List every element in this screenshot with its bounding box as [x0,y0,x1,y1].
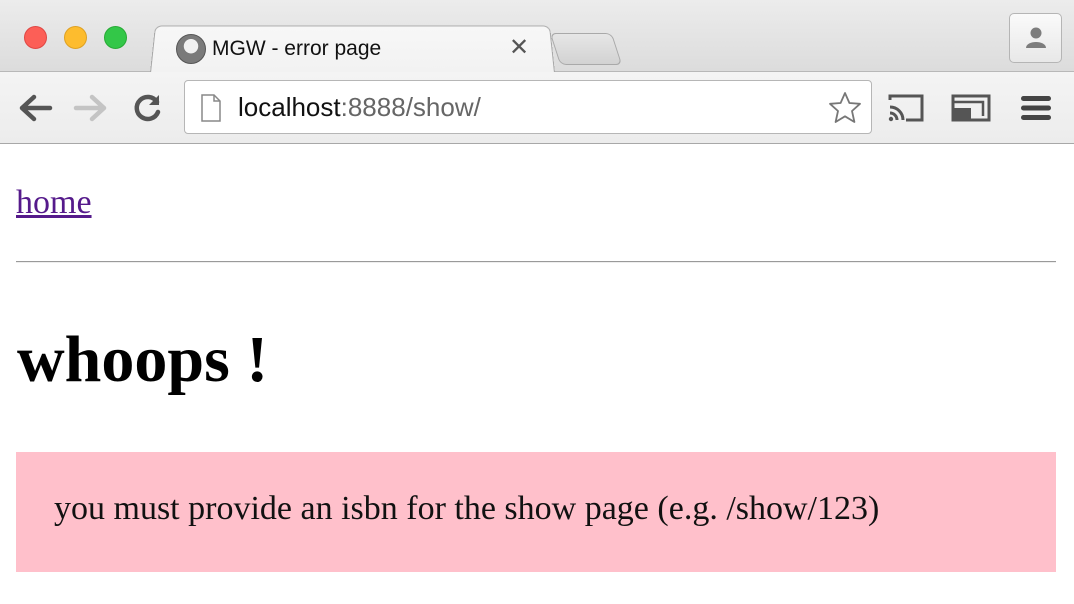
reload-icon [134,94,161,122]
back-button[interactable] [16,90,56,126]
profile-button[interactable] [1009,13,1062,63]
reload-button[interactable] [128,90,168,126]
tab-label-group[interactable]: MGW - error page [176,30,381,68]
hamburger-menu-icon [1021,96,1051,120]
page-content: home whoops ! you must provide an isbn f… [0,144,1074,604]
page-title: whoops ! [17,323,269,396]
window-maximize-button[interactable] [104,26,127,49]
error-box: you must provide an isbn for the show pa… [16,452,1056,572]
screen-cast-icon [951,94,991,122]
new-tab-button[interactable] [549,33,623,65]
arrow-left-icon [19,94,53,122]
tab-title: MGW - error page [212,37,382,60]
cast-icon [888,94,924,122]
tab-strip: MGW - error page ✕ [0,0,1074,74]
error-message: you must provide an isbn for the show pa… [54,490,880,527]
arrow-right-icon [73,94,107,122]
address-bar[interactable]: localhost:8888/show/ [184,80,872,134]
tab-close-icon[interactable]: ✕ [506,34,532,62]
site-logo-icon [176,34,206,64]
window-minimize-button[interactable] [64,26,87,49]
bookmark-star-icon[interactable] [827,90,863,126]
url-text[interactable]: localhost:8888/show/ [238,91,481,123]
divider [16,261,1056,263]
person-icon [1025,27,1046,48]
window-close-button[interactable] [24,26,47,49]
home-link[interactable]: home [16,184,92,222]
menu-button[interactable] [1016,90,1056,126]
browser-window: MGW - error page ✕ localhost:8888/show/ … [0,0,1074,604]
forward-button[interactable] [70,90,110,126]
toolbar: localhost:8888/show/ [0,72,1074,144]
screen-share-button[interactable] [951,90,991,126]
url-host: localhost [238,92,341,122]
url-path: :8888/show/ [340,92,481,122]
cast-button[interactable] [886,90,926,126]
page-icon [201,94,221,122]
